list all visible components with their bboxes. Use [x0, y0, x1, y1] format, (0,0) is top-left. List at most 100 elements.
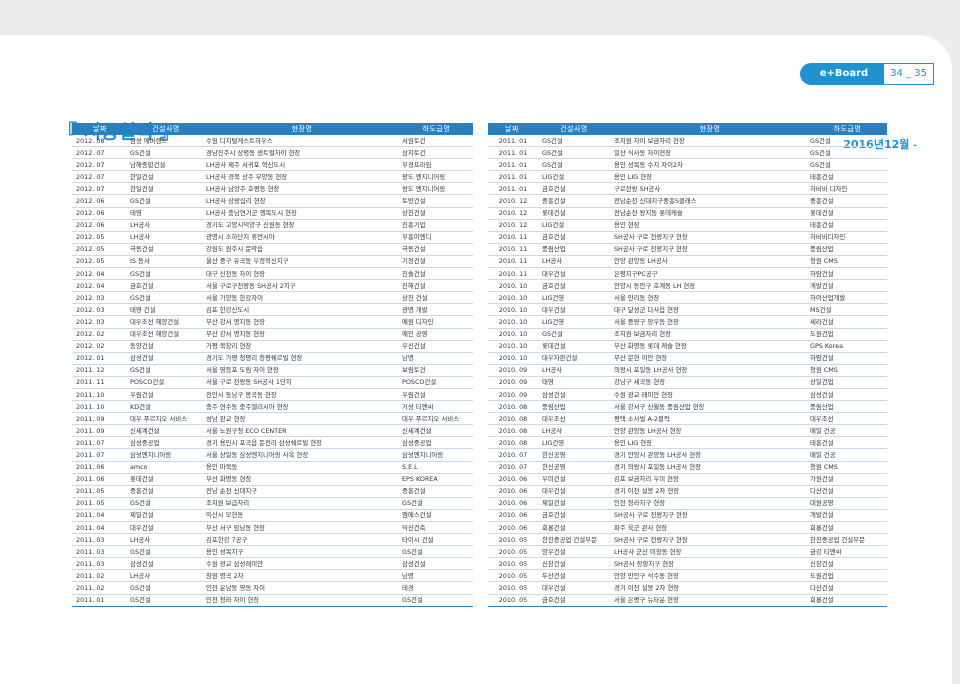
cell-date: 2012. 05 [72, 255, 128, 269]
cell-company: 한일건설 [128, 170, 204, 184]
table-row: 2012. 06 태영 LH공사 충남연기군 행복도시 현장 상진건설 [72, 207, 473, 220]
cell-site: 안양시 동안구 호계동 LH 현장 [612, 279, 808, 293]
table-row: 2011. 03 삼성건설 수원 광교 삼성래미안 삼성건설 [72, 557, 473, 571]
cell-subcontractor: 토방건설 [400, 194, 473, 208]
cell-subcontractor: GS건설 [400, 545, 473, 559]
cell-company: LH공사 [128, 569, 204, 583]
cell-date: 2010. 12 [488, 219, 536, 232]
table-row: 2012. 02 대우조선 해양건설 부산 강서 명지동 현장 예인 공영 [72, 328, 473, 341]
cell-company: GS건설 [128, 267, 204, 281]
table-row: 2010. 09 태영 강남구 세곡동 현장 상일건업 [488, 376, 887, 389]
cell-company: 롯데건설 [536, 207, 612, 220]
table-row: 2010. 12 LIG건설 용인 현장 태흥건설 [488, 219, 887, 232]
table-row: 2010. 05 대우건설 경기 이천 설봉 2차 현장 다산건설 [488, 581, 887, 595]
cell-date: 2010. 11 [488, 243, 536, 256]
cell-subcontractor: 신세계건설 [400, 424, 473, 438]
cell-company: 금호건설 [128, 279, 204, 293]
cell-date: 2012. 03 [72, 315, 128, 329]
cell-subcontractor: 다산건설 [808, 581, 887, 595]
cell-company: 중흥건설 [128, 485, 204, 498]
cell-subcontractor: 기정건설 [400, 255, 473, 269]
cell-date: 2010. 10 [488, 291, 536, 305]
table-row: 2011. 01 GS건설 인천 청라 자이 현장 GS건설 [72, 594, 473, 607]
table-row: 2012. 05 극동건설 강원도 원주시 문막읍 극동건설 [72, 243, 473, 256]
cell-company: 중흥건설 [536, 194, 612, 208]
cell-site: SH공사 구로 천왕지구 현장 [612, 509, 808, 523]
table-body: 2012. 08 삼성 에버랜드 수원 디지털게스트하우스 서원토건 2012. 07 G… [72, 135, 473, 607]
cell-subcontractor: 보림토건 [400, 364, 473, 377]
cell-subcontractor: 우림건설 [400, 388, 473, 402]
table-header-row: 날짜 건설사명 현장명 하도급명 [488, 123, 887, 135]
cell-subcontractor: 롯데건설 [808, 207, 887, 220]
cell-date: 2011. 05 [72, 497, 128, 510]
cell-date: 2010. 10 [488, 315, 536, 329]
table-header-row: 날짜 건설사명 현장명 하도급명 [72, 123, 473, 135]
cell-subcontractor: 남명 [400, 569, 473, 583]
cell-site: 강남구 세곡동 현장 [612, 376, 808, 389]
cell-date: 2012. 03 [72, 303, 128, 317]
cell-site: 대구 신천동 자이 현장 [204, 267, 400, 281]
cell-company: 롯데건설 [536, 340, 612, 353]
cell-date: 2011. 03 [72, 545, 128, 559]
cell-site: 서울 노원구청 ECO CENTER [204, 424, 400, 438]
table-row: 2011. 12 GS건설 서울 영등포 도림 자이 현장 보림토건 [72, 364, 473, 377]
cell-company: GS건설 [128, 497, 204, 510]
cell-site: SH공사 장항지구 현장 [612, 557, 808, 571]
cell-company: 두산건설 [536, 569, 612, 583]
cell-company: POSCO건설 [128, 376, 204, 389]
cell-date: 2010. 11 [488, 267, 536, 281]
table-row: 2010. 06 대우건설 경기 이천 설봉 2차 현장 다산건설 [488, 485, 887, 498]
cell-site: 서울 은평구 뉴타운 현장 [612, 594, 808, 607]
cell-subcontractor: 개발건설 [808, 279, 887, 293]
cell-site: 서울 영등포 도림 자이 현장 [204, 364, 400, 377]
cell-date: 2012. 05 [72, 243, 128, 256]
results-table-right: 날짜 건설사명 현장명 하도급명 2011. 01 GS건설 조치원 자이 보금자리… [488, 123, 887, 607]
cell-subcontractor: GS건설 [400, 594, 473, 607]
cell-company: GS건설 [536, 135, 612, 148]
cell-subcontractor: 하이산업개발 [808, 291, 887, 305]
cell-subcontractor: 왕도 엔지니어링 [400, 170, 473, 184]
cell-site: 김포 한강신도시 [204, 303, 400, 317]
cell-site: LH공사 군산 미장동 현장 [612, 545, 808, 559]
cell-date: 2012. 02 [72, 340, 128, 353]
cell-site: 안양 만안구 석수동 현장 [612, 569, 808, 583]
cell-date: 2010. 08 [488, 436, 536, 450]
cell-company: GS건설 [128, 146, 204, 160]
report-date-suffix: - [913, 141, 917, 151]
table-row: 2010. 10 대우자판건설 부산 문현 이안 현장 하람건설 [488, 352, 887, 365]
cell-subcontractor: 왕도 엔지니어링 [400, 182, 473, 196]
cell-date: 2012. 06 [72, 194, 128, 208]
table-row: 2010. 11 LH공사 안양 관양동 LH공사 청원 CMS [488, 255, 887, 269]
cell-company: GS건설 [128, 194, 204, 208]
cell-date: 2012. 07 [72, 146, 128, 160]
results-table-left: 날짜 건설사명 현장명 하도급명 2012. 08 삼성 에버랜드 수원 디지털게스… [72, 123, 473, 607]
cell-date: 2012. 04 [72, 279, 128, 293]
cell-site: 서울 만리동 현장 [612, 291, 808, 305]
cell-date: 2011. 03 [72, 557, 128, 571]
cell-subcontractor: 중흥건설 [808, 194, 887, 208]
cell-site: 구로천왕 SH공사 [612, 182, 808, 196]
cell-date: 2010. 05 [488, 594, 536, 607]
cell-company: 삼성건설 [536, 388, 612, 402]
cell-company: 대우 푸르지오 서비스 [128, 412, 204, 426]
cell-date: 2011. 07 [72, 436, 128, 450]
cell-subcontractor: 대원공영 [808, 497, 887, 510]
cell-company: GS건설 [536, 146, 612, 160]
cell-subcontractor: 진흥기업 [400, 219, 473, 232]
cell-company: 태영 [536, 376, 612, 389]
cell-site: 경기 용인시 포곡읍 둔전리 삼성쉐르빌 현장 [204, 436, 400, 450]
table-row: 2012. 05 IS 동서 울산 중구 유곡동 우정혁신지구 기정건설 [72, 255, 473, 269]
cell-site: 전남 순천 신대지구 [204, 485, 400, 498]
cell-site: 인천 청라 자이 현장 [204, 594, 400, 607]
cell-subcontractor: 태경 [400, 581, 473, 595]
cell-company: GS건설 [536, 328, 612, 341]
cell-subcontractor: 청원 CMS [808, 255, 887, 269]
col-subcontractor-header: 하도급명 [808, 123, 887, 135]
cell-subcontractor: 한진중공업 건설부문 [808, 533, 887, 547]
cell-subcontractor: 극동건설 [400, 243, 473, 256]
table-row: 2010. 08 풍림산업 서울 강서구 신월동 풍림산업 현장 풍림산업 [488, 400, 887, 414]
cell-date: 2012. 08 [72, 135, 128, 148]
cell-site: 부산 서구 암남동 현장 [204, 521, 400, 535]
cell-company: LIG건설 [536, 219, 612, 232]
table-row: 2011. 01 GS건설 일산 식사동 자이현장 GS건설 [488, 146, 887, 160]
